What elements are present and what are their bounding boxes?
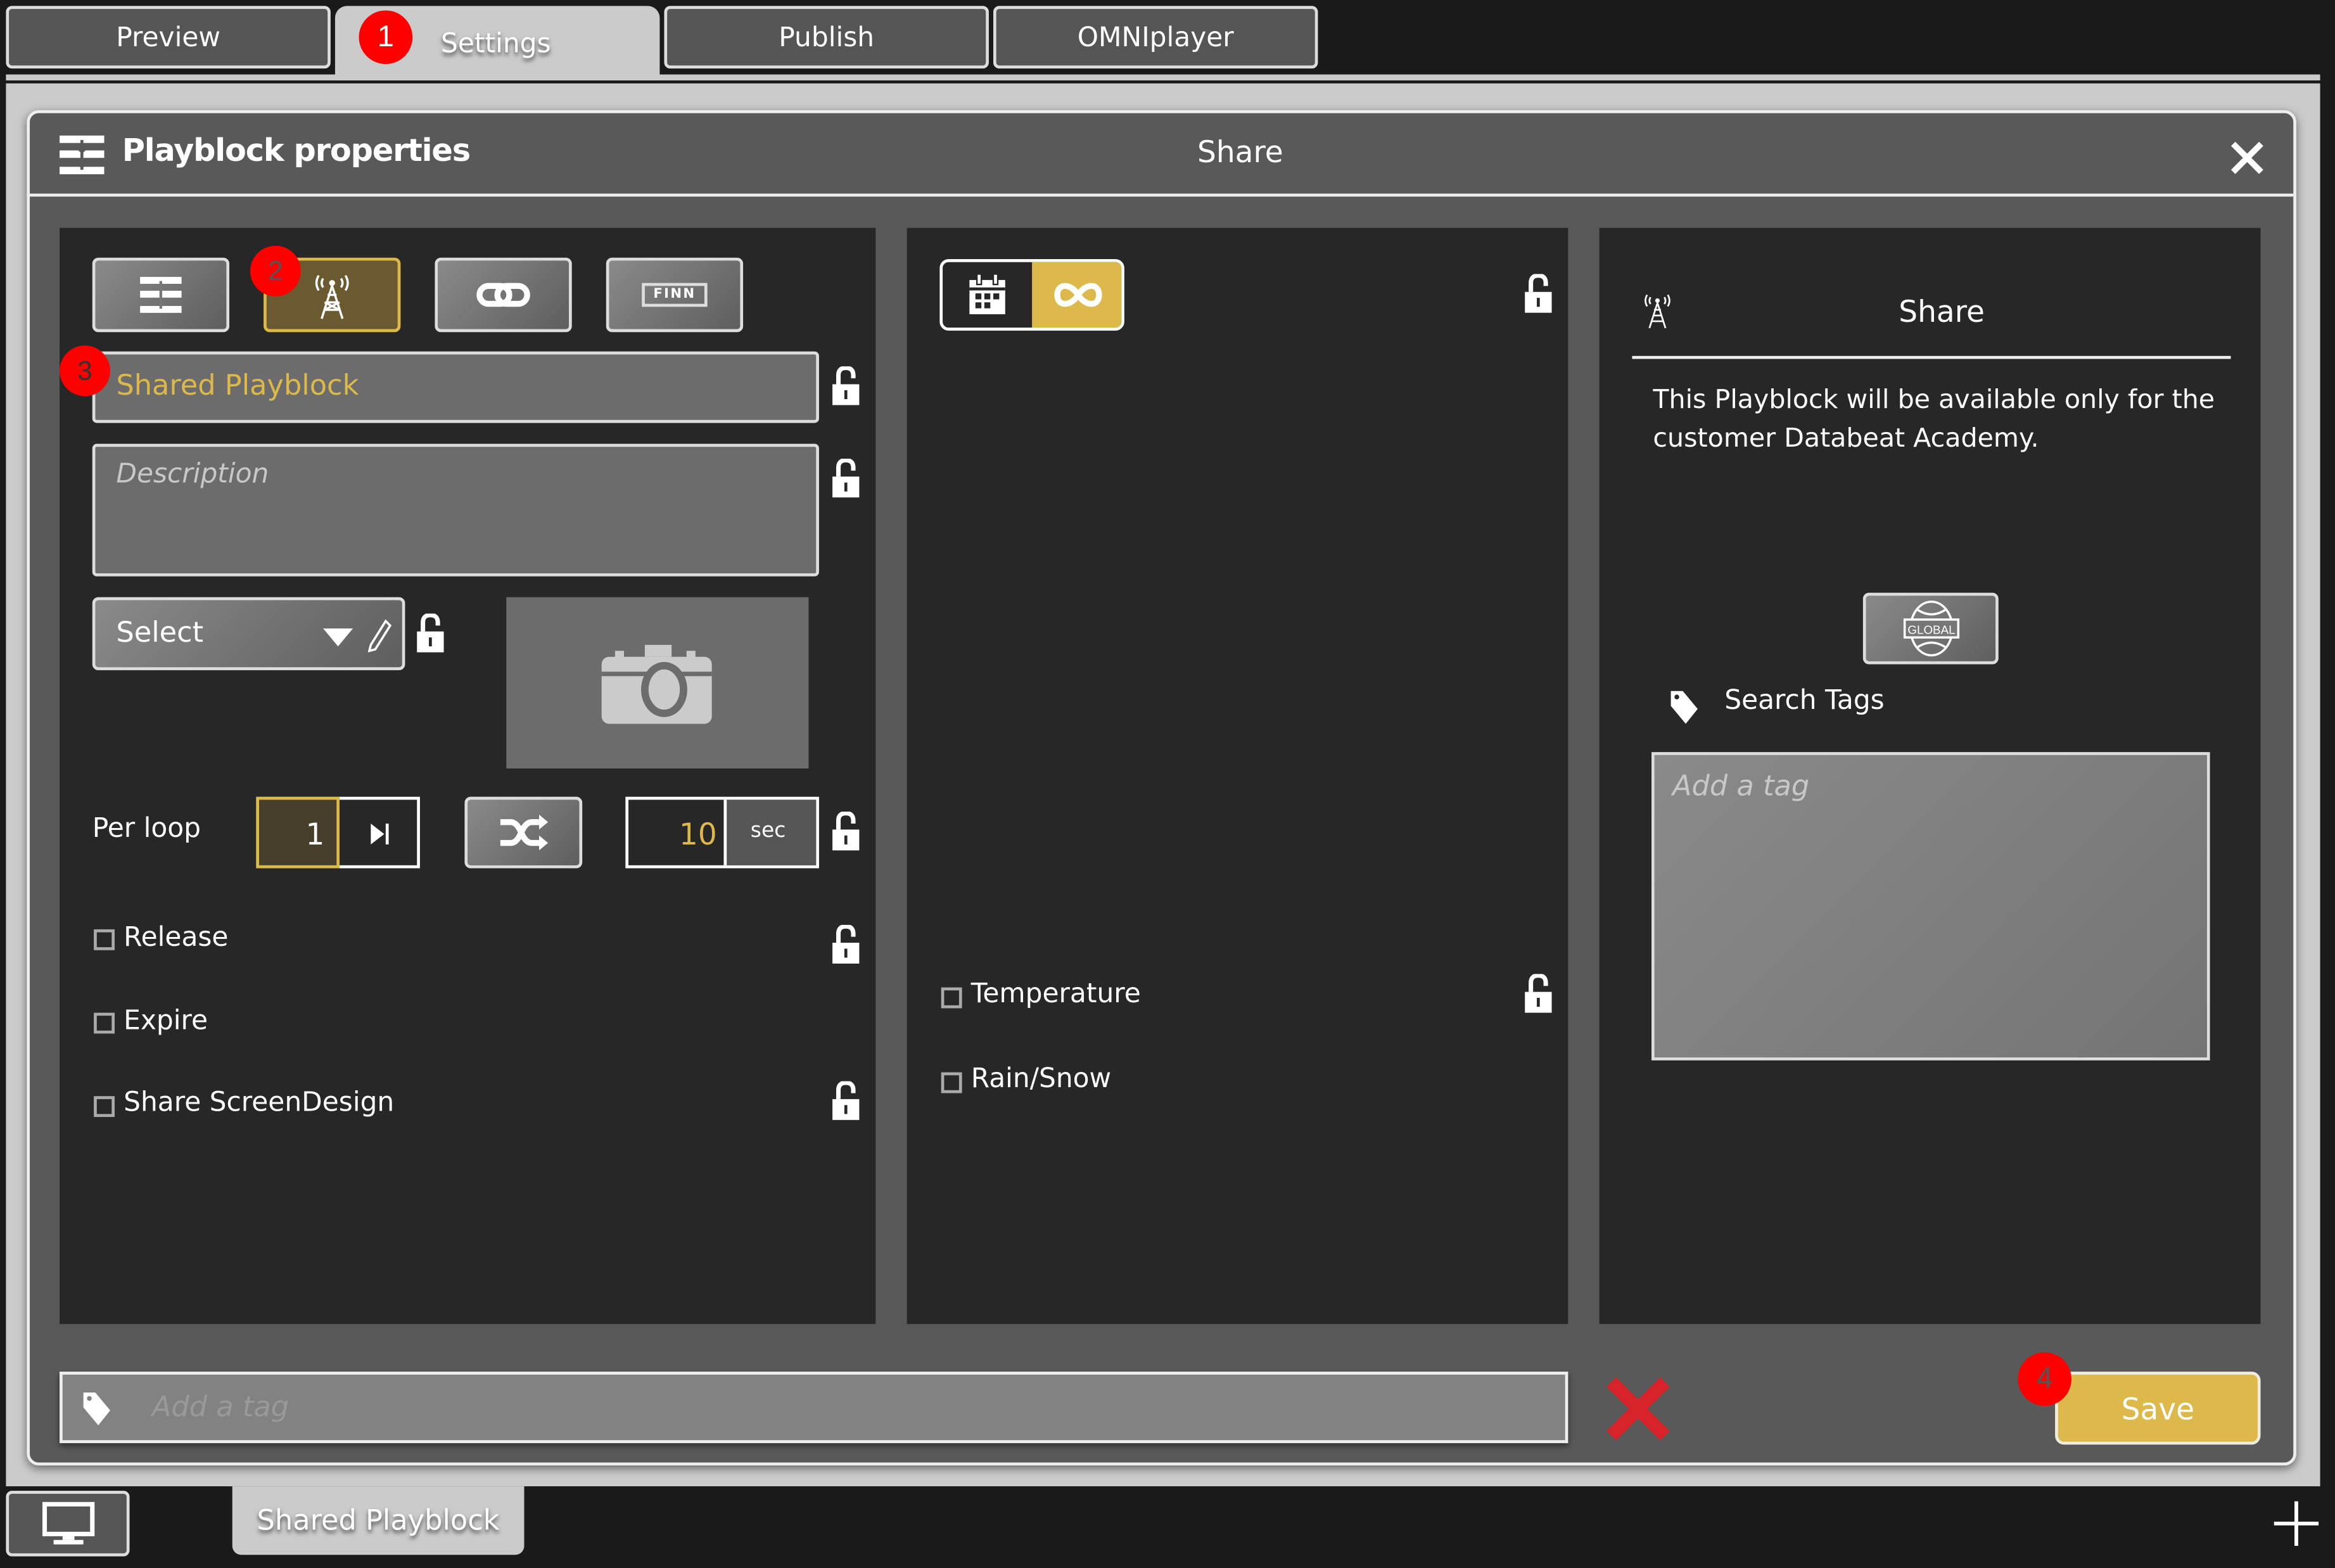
tag-icon (1670, 691, 1698, 724)
camera-icon (601, 644, 712, 724)
close-icon[interactable] (2230, 141, 2263, 174)
per-loop-stepper[interactable]: 1 (256, 796, 420, 869)
playblock-tab-label: Shared Playblock (257, 1504, 500, 1538)
search-tags-input[interactable]: Add a tag (1651, 752, 2210, 1061)
category-select[interactable]: Select (92, 597, 405, 670)
search-tags-label: Search Tags (1724, 685, 1885, 717)
shuffle-icon (499, 814, 547, 851)
duration-input[interactable]: 10 sec (625, 796, 819, 869)
unlock-icon[interactable] (1524, 274, 1553, 316)
schedule-infinite-option[interactable] (1032, 262, 1122, 328)
monitor-icon (41, 1501, 94, 1545)
unlock-icon[interactable] (831, 1081, 861, 1123)
finn-mode-button[interactable]: FINN (606, 257, 744, 333)
release-label: Release (124, 922, 229, 953)
thumbnail-upload[interactable] (506, 597, 809, 769)
shuffle-button[interactable] (464, 796, 583, 869)
schedule-panel (907, 227, 1568, 1324)
per-loop-label: Per loop (92, 813, 201, 845)
chevron-down-icon (323, 628, 353, 647)
per-loop-input[interactable]: 1 (256, 796, 340, 869)
playblock-properties-icon (60, 135, 105, 175)
playblock-tab[interactable]: Shared Playblock (232, 1486, 525, 1555)
schedule-toggle[interactable] (939, 259, 1124, 331)
calendar-icon (969, 274, 1005, 315)
search-tags-placeholder: Add a tag (1672, 770, 1810, 803)
link-icon (476, 283, 530, 307)
share-screendesign-checkbox[interactable] (94, 1096, 115, 1118)
skip-next-icon[interactable] (369, 822, 390, 846)
annotation-badge-1: 1 (359, 10, 413, 65)
divider (1632, 355, 2231, 359)
global-share-button[interactable]: GLOBAL (1862, 592, 1999, 665)
dialog-title: Playblock properties (122, 132, 471, 169)
add-icon[interactable] (2274, 1501, 2319, 1546)
global-text: GLOBAL (1907, 623, 1954, 636)
finn-icon: FINN (641, 283, 708, 307)
unlock-icon[interactable] (831, 924, 861, 967)
footer-tag-input[interactable]: Add a tag (60, 1372, 1568, 1443)
description-textarea[interactable]: Description (92, 443, 819, 577)
annotation-badge-4: 4 (2018, 1352, 2071, 1406)
tab-omniplayer[interactable]: OMNIplayer (993, 6, 1318, 69)
unlock-icon[interactable] (831, 459, 861, 500)
schedule-calendar-option[interactable] (943, 262, 1032, 328)
save-label: Save (2121, 1390, 2195, 1426)
per-loop-value: 1 (305, 816, 325, 852)
tab-label: Settings (441, 27, 551, 59)
share-screendesign-label: Share ScreenDesign (124, 1087, 395, 1119)
dialog-header: Playblock properties Share (30, 113, 2294, 197)
unlock-icon[interactable] (831, 812, 861, 853)
temperature-checkbox[interactable] (941, 987, 962, 1009)
unlock-icon[interactable] (416, 613, 445, 656)
temperature-label: Temperature (970, 978, 1141, 1010)
pencil-icon[interactable] (367, 619, 392, 653)
expire-label: Expire (124, 1005, 208, 1037)
unlock-icon[interactable] (831, 366, 861, 408)
broadcast-tower-icon (315, 274, 349, 319)
description-placeholder: Description (116, 459, 269, 490)
tab-label: Publish (779, 22, 875, 53)
dialog-section-title: Share (1197, 134, 1283, 170)
tab-label: OMNIplayer (1077, 22, 1234, 53)
unlock-icon[interactable] (1524, 974, 1553, 1016)
properties-mode-button[interactable] (92, 257, 230, 333)
cancel-icon[interactable] (1605, 1376, 1670, 1441)
broadcast-tower-icon (1645, 294, 1670, 329)
expire-checkbox[interactable] (94, 1012, 115, 1034)
tab-publish[interactable]: Publish (664, 6, 989, 69)
tab-preview[interactable]: Preview (6, 6, 331, 69)
annotation-badge-2: 2 (250, 245, 301, 296)
rain-snow-label: Rain/Snow (970, 1063, 1112, 1095)
share-panel-title: Share (1899, 293, 1985, 329)
save-button[interactable]: Save (2055, 1372, 2261, 1445)
duration-unit: sec (723, 800, 817, 865)
tab-label: Preview (116, 22, 220, 53)
annotation-badge-3: 3 (60, 345, 110, 397)
release-checkbox[interactable] (94, 929, 115, 950)
screen-preview-button[interactable] (6, 1491, 130, 1557)
playblock-properties-icon (140, 277, 182, 313)
rain-snow-checkbox[interactable] (941, 1072, 962, 1093)
tab-underline (6, 74, 2320, 80)
link-mode-button[interactable] (435, 257, 572, 333)
duration-value: 10 (678, 816, 717, 852)
playblock-name-value: Shared Playblock (116, 369, 359, 402)
playblock-name-input[interactable]: Shared Playblock (92, 351, 819, 423)
footer-tag-placeholder: Add a tag (151, 1391, 289, 1424)
infinity-icon (1054, 283, 1102, 307)
duration-unit-label: sec (750, 819, 786, 843)
tag-icon (83, 1392, 110, 1425)
globe-icon: GLOBAL (1902, 600, 1959, 657)
share-description: This Playblock will be available only fo… (1653, 385, 2215, 454)
select-value: Select (116, 616, 204, 649)
